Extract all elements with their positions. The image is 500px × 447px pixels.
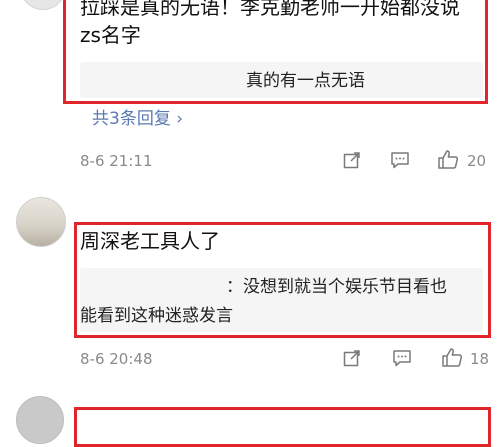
avatar[interactable] (20, 0, 66, 10)
quoted-reply-text-line2: 能看到这种迷惑发言 (80, 306, 233, 326)
avatar[interactable] (16, 396, 64, 444)
comment-time: 8-6 21:11 (80, 152, 153, 170)
comment-icon[interactable] (392, 349, 412, 367)
avatar[interactable] (16, 197, 66, 247)
comment-text: 拉踩是真的无语！李克勤老师一开始都没说zs名字 (80, 0, 460, 47)
quoted-reply-text: 真的有一点无语 (246, 71, 365, 91)
like-count: 18 (470, 350, 490, 368)
comment-icon[interactable] (390, 151, 410, 169)
like-icon[interactable] (441, 347, 463, 368)
view-replies-link[interactable]: 共3条回复 › (92, 104, 183, 129)
share-icon[interactable] (343, 151, 361, 169)
share-icon[interactable] (343, 349, 361, 367)
highlight-box (74, 407, 491, 447)
like-icon[interactable] (437, 149, 459, 170)
quoted-reply-text: ：没想到就当个娱乐节目看也 (226, 277, 447, 297)
comment-text: 周深老工具人了 (80, 229, 220, 253)
like-count: 20 (467, 152, 487, 170)
comment-time: 8-6 20:48 (80, 350, 153, 368)
